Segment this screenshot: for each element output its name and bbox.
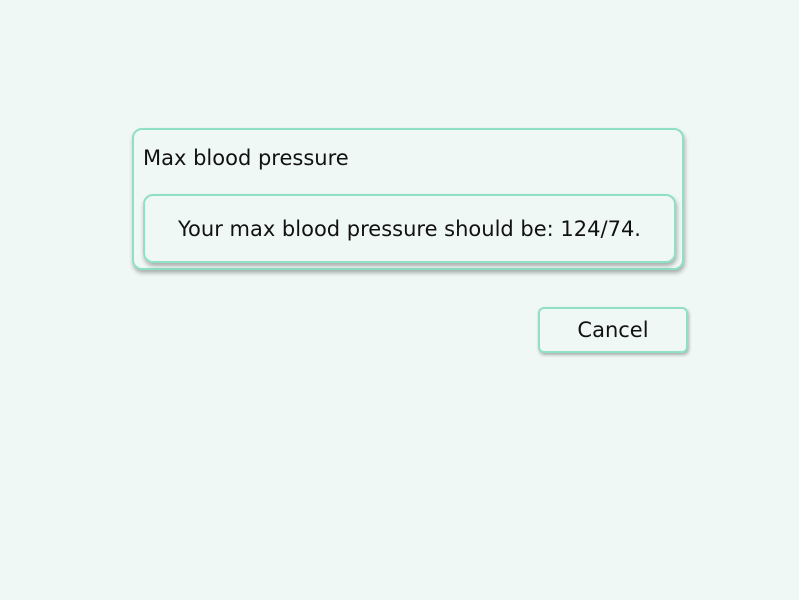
cancel-button[interactable]: Cancel xyxy=(538,307,688,353)
result-message-box: Your max blood pressure should be: 124/7… xyxy=(143,194,676,263)
dialog-title: Max blood pressure xyxy=(143,146,349,170)
result-message: Your max blood pressure should be: 124/7… xyxy=(178,216,641,241)
result-group: Max blood pressure Your max blood pressu… xyxy=(132,128,684,270)
